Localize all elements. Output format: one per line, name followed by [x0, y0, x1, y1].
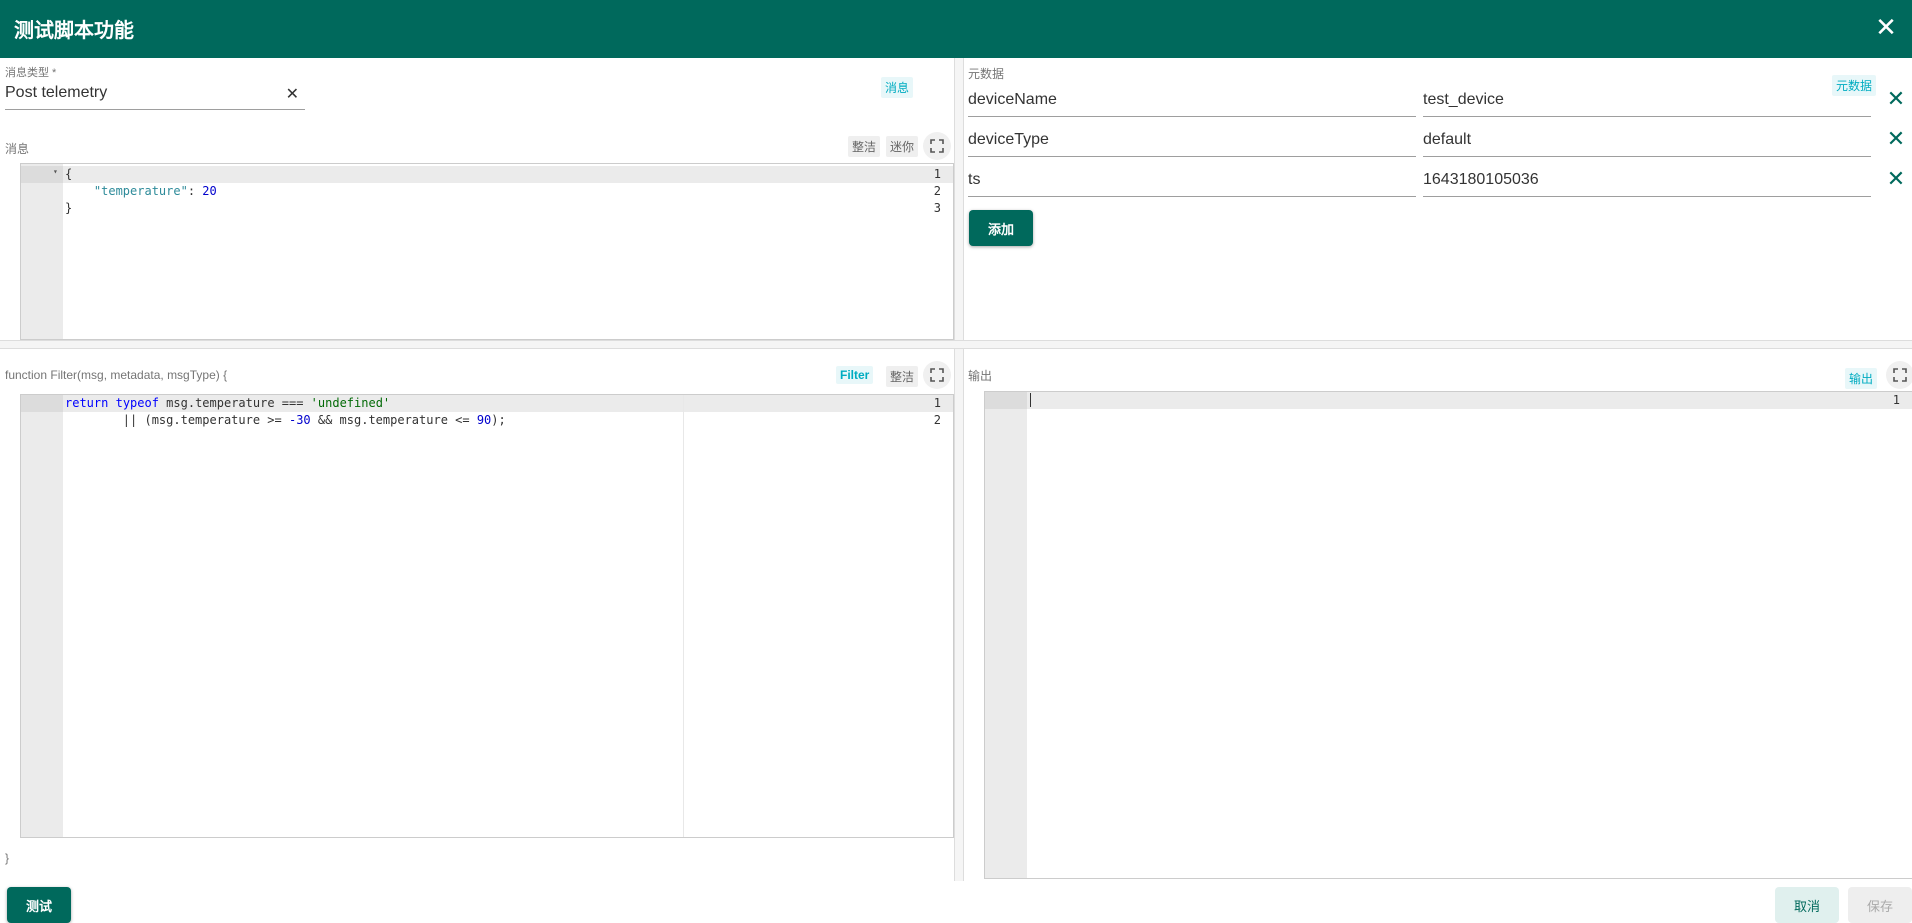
code-line: "temperature": 20	[93, 184, 217, 198]
line-number: 1	[933, 167, 941, 181]
function-tag: Filter	[836, 366, 874, 384]
line-number: 1	[933, 396, 941, 410]
message-fullscreen-icon[interactable]	[923, 132, 951, 160]
function-closing-brace: }	[5, 851, 10, 865]
vertical-splitter[interactable]	[954, 58, 964, 881]
code-line: }	[65, 201, 73, 215]
metadata-key-input[interactable]: deviceName	[968, 91, 1416, 117]
message-section-label: 消息	[5, 142, 30, 156]
line-number: 1	[1892, 393, 1900, 407]
clear-icon[interactable]: ✕	[286, 84, 299, 104]
cancel-button[interactable]: 取消	[1775, 887, 1839, 923]
metadata-value-input[interactable]: default	[1423, 131, 1871, 157]
metadata-value-input[interactable]: 1643180105036	[1423, 171, 1871, 197]
remove-row-icon[interactable]: ✕	[1884, 126, 1908, 152]
message-type-value: Post telemetry	[5, 84, 108, 101]
output-pane: 输出 输出 1	[964, 349, 1912, 881]
line-number: 2	[933, 413, 941, 427]
remove-row-icon[interactable]: ✕	[1884, 166, 1908, 192]
test-button[interactable]: 测试	[7, 887, 71, 923]
line-number: 3	[933, 201, 941, 215]
fold-icon[interactable]: ▾	[53, 167, 58, 176]
output-editor[interactable]: 1	[984, 391, 1912, 879]
message-editor-gutter	[21, 164, 63, 339]
dialog-title: 测试脚本功能	[14, 20, 134, 42]
code-line: return typeof msg.temperature === 'undef…	[65, 396, 391, 410]
function-editor[interactable]: 1 2 return typeof msg.temperature === 'u…	[20, 394, 954, 838]
add-metadata-button[interactable]: 添加	[969, 210, 1033, 246]
message-editor[interactable]: 1 ▾ 2 3 { "temperature": 20 }	[20, 163, 954, 340]
message-tidy-button[interactable]: 整洁	[848, 136, 881, 157]
message-tag: 消息	[881, 77, 914, 98]
metadata-value-input[interactable]: test_device	[1423, 91, 1871, 117]
function-signature: function Filter(msg, metadata, msgType) …	[5, 368, 228, 382]
line-number: 2	[933, 184, 941, 198]
text-cursor	[1030, 393, 1031, 407]
function-pane: function Filter(msg, metadata, msgType) …	[0, 349, 954, 881]
metadata-label: 元数据	[968, 67, 1005, 81]
output-editor-gutter	[985, 392, 1027, 878]
save-button[interactable]: 保存	[1848, 887, 1912, 923]
message-type-label: 消息类型 *	[5, 67, 57, 79]
message-pane: 消息类型 * Post telemetry ✕ 消息 消息 整洁 迷你 1 ▾ …	[0, 58, 954, 340]
function-editor-gutter	[21, 395, 63, 837]
code-line: || (msg.temperature >= -30 && msg.temper…	[65, 413, 506, 427]
function-fullscreen-icon[interactable]	[923, 361, 951, 389]
code-line: {	[65, 167, 73, 181]
output-fullscreen-icon[interactable]	[1886, 361, 1912, 389]
output-label: 输出	[968, 369, 993, 383]
metadata-pane: 元数据 元数据 deviceName test_device ✕ deviceT…	[964, 58, 1912, 340]
close-icon[interactable]: ✕	[1870, 12, 1902, 44]
output-tag: 输出	[1845, 368, 1878, 389]
dialog-header: 测试脚本功能 ✕	[0, 0, 1912, 58]
function-tidy-button[interactable]: 整洁	[886, 366, 919, 387]
metadata-key-input[interactable]: deviceType	[968, 131, 1416, 157]
metadata-key-input[interactable]: ts	[968, 171, 1416, 197]
remove-row-icon[interactable]: ✕	[1884, 86, 1908, 112]
message-mini-button[interactable]: 迷你	[886, 136, 919, 157]
message-type-select[interactable]: Post telemetry ✕	[5, 84, 305, 110]
horizontal-splitter[interactable]	[0, 340, 1912, 349]
